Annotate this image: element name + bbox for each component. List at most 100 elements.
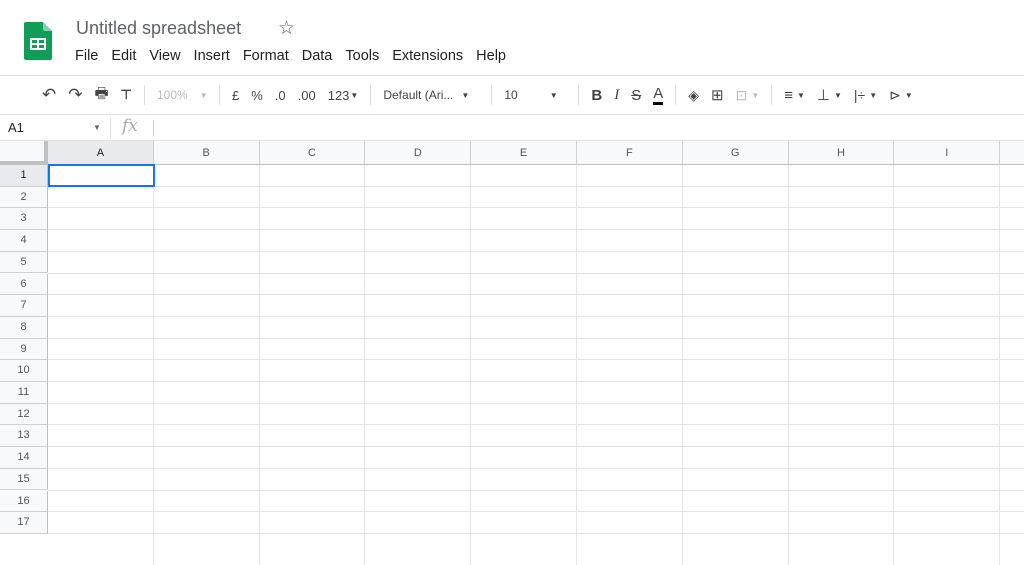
borders-icon[interactable]: ⊞ [711, 86, 724, 104]
bold-button[interactable]: B [591, 87, 602, 104]
row-header-7[interactable]: 7 [0, 295, 48, 317]
menu-data[interactable]: Data [302, 48, 333, 64]
divider [675, 85, 677, 105]
row-gridline [48, 467, 1024, 469]
sheets-logo-icon[interactable] [24, 22, 52, 60]
row-gridline [48, 250, 1024, 252]
zoom-value: 100% [157, 88, 188, 102]
column-header-H[interactable]: H [788, 141, 895, 165]
column-header-F[interactable]: F [577, 141, 683, 165]
decrease-decimal-button[interactable]: .0 [275, 88, 286, 103]
italic-button[interactable]: I [614, 87, 619, 104]
row-header-3[interactable]: 3 [0, 208, 48, 231]
currency-button[interactable]: £ [232, 88, 239, 103]
spreadsheet-grid[interactable]: A B C D E F G H I 1 2 3 4 5 6 7 8 9 10 11 12 13 14 15 16 17 [0, 141, 1024, 565]
text-wrap-icon[interactable]: |÷ ▼ [854, 87, 877, 103]
font-size-select[interactable]: 10 ▼ [504, 88, 566, 102]
row-header-13[interactable]: 13 [0, 425, 48, 448]
menu-help[interactable]: Help [476, 48, 506, 64]
row-header-17[interactable]: 17 [0, 512, 48, 534]
row-gridline [48, 446, 1024, 448]
text-color-button[interactable]: A [653, 85, 664, 105]
strikethrough-button[interactable]: S [631, 87, 641, 104]
row-header-2[interactable]: 2 [0, 186, 48, 209]
row-gridline [48, 424, 1024, 426]
print-icon[interactable]: 🖶 [95, 83, 109, 108]
zoom-select[interactable]: 100% ▼ [157, 88, 208, 102]
row-gridline [48, 185, 1024, 187]
divider [110, 118, 111, 138]
vertical-align-icon[interactable]: ⊥ ▼ [817, 86, 842, 104]
merge-cells-icon[interactable]: ⊡ ▼ [736, 87, 760, 104]
row-header-12[interactable]: 12 [0, 403, 48, 426]
toolbar: ↶ ↷ 🖶 ⊤ 100% ▼ £ % .0 .00 123 ▼ Default (A… [0, 75, 1024, 115]
column-header-A[interactable]: A [48, 141, 154, 165]
row-gridline [48, 489, 1024, 491]
selected-cell-A1[interactable] [48, 164, 155, 187]
column-header-J[interactable] [1000, 141, 1024, 165]
row-gridline [48, 381, 1024, 382]
row-gridline [48, 359, 1024, 361]
fill-color-icon[interactable]: ◈ [688, 87, 699, 104]
row-gridline [48, 272, 1024, 274]
menu-edit[interactable]: Edit [111, 48, 136, 64]
more-formats-label: 123 [327, 87, 350, 103]
fx-icon: fx [122, 116, 138, 136]
font-value: Default (Ari... [383, 88, 454, 102]
column-header-I[interactable]: I [894, 141, 1001, 165]
formula-bar: A1 ▼ fx [0, 116, 1024, 141]
divider [370, 85, 372, 105]
star-icon[interactable]: ☆ [278, 17, 295, 40]
menu-view[interactable]: View [149, 48, 180, 64]
horizontal-align-icon[interactable]: ≡ ▼ [784, 87, 805, 104]
row-header-8[interactable]: 8 [0, 316, 48, 339]
column-gridline [999, 165, 1001, 565]
font-select[interactable]: Default (Ari... ▼ [383, 88, 479, 102]
divider [491, 85, 493, 105]
divider [144, 85, 145, 105]
column-gridline [258, 165, 260, 565]
row-header-15[interactable]: 15 [0, 468, 48, 491]
text-rotate-icon[interactable]: ⊳ ▼ [889, 87, 913, 104]
row-gridline [48, 315, 1024, 317]
menu-format[interactable]: Format [243, 48, 289, 64]
row-header-14[interactable]: 14 [0, 447, 48, 469]
column-header-G[interactable]: G [682, 141, 789, 165]
divider [219, 85, 220, 105]
column-gridline [681, 165, 683, 565]
column-header-B[interactable]: B [153, 141, 260, 165]
row-header-9[interactable]: 9 [0, 338, 48, 361]
menu-insert[interactable]: Insert [194, 48, 230, 64]
menu-tools[interactable]: Tools [345, 48, 379, 64]
formula-input[interactable] [162, 120, 1012, 136]
name-box[interactable]: A1 [8, 120, 24, 135]
more-formats-button[interactable]: 123 ▼ [328, 88, 359, 103]
row-header-1[interactable]: 1 [0, 165, 48, 187]
column-gridline [787, 165, 789, 565]
row-header-5[interactable]: 5 [0, 251, 48, 274]
column-header-C[interactable]: C [259, 141, 366, 165]
increase-decimal-button[interactable]: .00 [298, 88, 316, 103]
row-header-16[interactable]: 16 [0, 490, 48, 513]
percent-button[interactable]: % [251, 88, 263, 103]
paint-format-icon[interactable]: ⊤ [121, 87, 132, 103]
column-gridline [893, 165, 895, 565]
menu-file[interactable]: File [75, 48, 98, 64]
chevron-down-icon: ▼ [350, 90, 359, 100]
row-header-6[interactable]: 6 [0, 273, 48, 296]
row-gridline [48, 294, 1024, 296]
column-gridline [364, 165, 366, 565]
select-all-corner[interactable] [0, 141, 48, 165]
row-gridline [48, 337, 1024, 339]
menu-extensions[interactable]: Extensions [392, 48, 463, 64]
document-title[interactable]: Untitled spreadsheet [76, 18, 241, 39]
undo-icon[interactable]: ↶ [42, 85, 56, 105]
row-header-10[interactable]: 10 [0, 360, 48, 382]
row-header-11[interactable]: 11 [0, 382, 48, 404]
redo-icon[interactable]: ↷ [68, 85, 82, 105]
column-header-E[interactable]: E [471, 141, 577, 165]
column-header-D[interactable]: D [365, 141, 472, 165]
row-gridline [48, 402, 1024, 404]
row-header-4[interactable]: 4 [0, 230, 48, 252]
chevron-down-icon[interactable]: ▼ [93, 123, 101, 132]
